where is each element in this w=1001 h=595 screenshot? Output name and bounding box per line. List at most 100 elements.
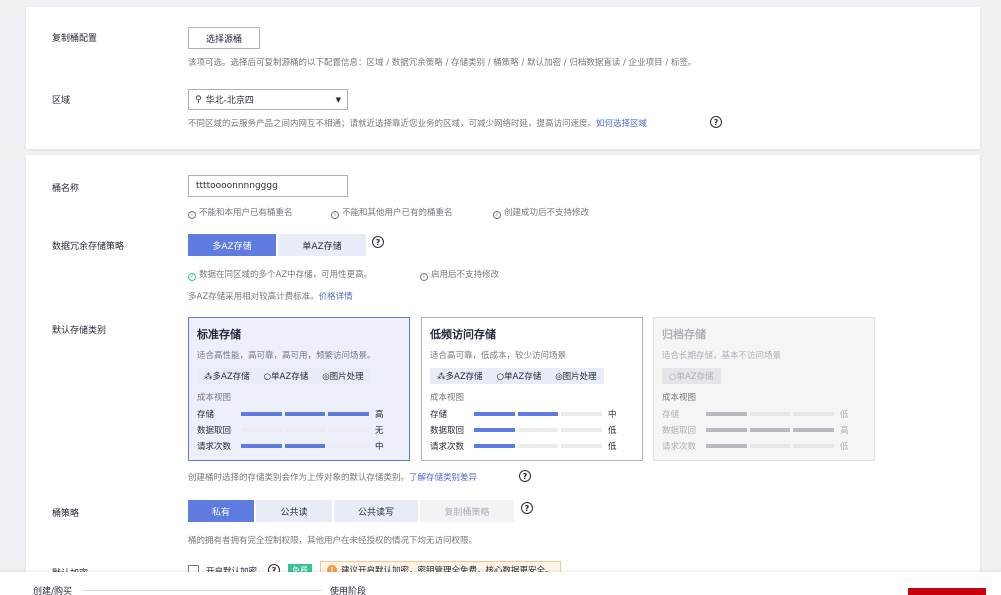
cost-row: 请求次数 低 — [430, 438, 634, 454]
replicate-region-panel: 复制桶配置 选择源桶 该项可选。选择后可复制源桶的以下配置信息：区域 / 数据冗… — [26, 7, 980, 149]
cost-view-title: 成本视图 — [662, 393, 697, 403]
card-tags: ⁂多AZ存储 ○单AZ存储 ◎图片处理 — [430, 368, 604, 384]
storage-card-standard[interactable]: 标准存储 适合高性能，高可靠，高可用，频繁访问场景。 ⁂多AZ存储 ○单AZ存储… — [188, 317, 410, 461]
bucket-config-panel: 桶名称 ttttoooonnnngggg i 不能和本用户已有桶重名 i 不能和其他… — [26, 155, 980, 595]
cost-level-segment — [284, 444, 326, 448]
info-icon: i — [493, 211, 501, 219]
info-icon: i — [331, 211, 339, 219]
redundancy-help-icon[interactable]: ? — [372, 236, 384, 248]
cost-level-segment — [793, 428, 835, 432]
region-help-icon[interactable]: ? — [710, 116, 722, 128]
cost-view-title: 成本视图 — [197, 393, 232, 403]
cost-row-name: 请求次数 — [197, 442, 232, 452]
how-to-choose-region-link[interactable]: 如何选择区域 — [596, 119, 647, 129]
policy-label: 桶策略 — [52, 509, 80, 519]
cost-level-bar — [474, 444, 603, 448]
cost-level-segment — [793, 412, 835, 416]
cost-level-segment — [517, 444, 559, 448]
card-desc: 适合长期存储，基本不访问场景 — [662, 351, 782, 361]
replicate-label: 复制桶配置 — [52, 34, 98, 44]
policy-private-option[interactable]: 私有 — [188, 500, 254, 522]
step-divider — [82, 590, 322, 591]
bucket-name-label: 桶名称 — [52, 184, 80, 194]
cost-row-value: 低 — [608, 442, 617, 452]
policy-public-read-write-option[interactable]: 公共读写 — [334, 500, 418, 522]
cost-row-name: 数据取回 — [662, 426, 697, 436]
cost-row-value: 中 — [375, 442, 384, 452]
step-usage: 使用阶段 — [330, 587, 367, 595]
card-tags: ○单AZ存储 — [662, 368, 721, 384]
storage-class-diff-link[interactable]: 了解存储类别差异 — [409, 473, 477, 483]
footer-bar: 创建/购买 使用阶段 — [0, 572, 1001, 595]
storage-card-infrequent[interactable]: 低频访问存储 适合高可靠，低成本，较少访问场景 ⁂多AZ存储 ○单AZ存储 ◎图… — [421, 317, 643, 461]
cost-level-segment — [706, 428, 747, 432]
cost-level-segment — [561, 412, 603, 416]
cost-level-segment — [793, 444, 835, 448]
cost-row: 请求次数 中 — [197, 438, 401, 454]
region-select[interactable]: ⚲ 华北-北京四 ▼ — [188, 89, 348, 110]
storage-class-help-icon[interactable]: ? — [519, 470, 531, 482]
cost-level-segment — [749, 444, 791, 448]
cost-row-name: 请求次数 — [430, 442, 465, 452]
cost-level-segment — [474, 412, 515, 416]
policy-help-icon[interactable]: ? — [521, 502, 533, 514]
redundancy-label: 数据冗余存储策略 — [52, 242, 125, 252]
price-details-link[interactable]: 价格详情 — [319, 292, 353, 302]
cost-level-segment — [241, 444, 282, 448]
region-value: 华北-北京四 — [205, 96, 254, 106]
cost-level-bar — [706, 444, 835, 448]
redundancy-price-hint: 多AZ存储采用相对较高计费标准。价格详情 — [188, 292, 353, 302]
storage-class-label: 默认存储类别 — [52, 326, 107, 336]
redundancy-segment: 多AZ存储 单AZ存储 — [188, 234, 368, 256]
cost-row-value: 高 — [375, 410, 384, 420]
region-hint-text: 不同区域的云服务产品之间内网互不相通；请就近选择靠近您业务的区域，可减少网络时延… — [188, 119, 597, 129]
policy-hint: 桶的拥有者拥有完全控制权限，其他用户在未经授权的情况下均无访问权限。 — [188, 536, 478, 546]
cost-level-segment — [517, 412, 559, 416]
bucket-name-input[interactable]: ttttoooonnnngggg — [188, 175, 348, 197]
cost-level-segment — [517, 428, 559, 432]
cost-level-segment — [328, 444, 370, 448]
cost-row: 存储 高 — [197, 406, 401, 422]
select-source-bucket-button[interactable]: 选择源桶 — [188, 27, 260, 49]
cost-row-name: 数据取回 — [430, 426, 465, 436]
bucket-name-rule-3: i 创建成功后不支持修改 — [493, 206, 589, 219]
policy-copy-option: 复制桶策略 — [420, 500, 514, 522]
cost-rows: 存储低数据取回高请求次数低 — [662, 406, 866, 454]
cost-row: 数据取回 低 — [430, 422, 634, 438]
cost-row-value: 低 — [608, 426, 617, 436]
cost-level-segment — [474, 428, 515, 432]
buy-now-button[interactable] — [908, 588, 986, 595]
cost-row-name: 数据取回 — [197, 426, 232, 436]
region-hint: 不同区域的云服务产品之间内网互不相通；请就近选择靠近您业务的区域，可减少网络时延… — [188, 117, 647, 129]
cost-level-segment — [561, 428, 603, 432]
bucket-name-rule-2: i 不能和其他用户已有的桶重名 — [331, 206, 453, 219]
cost-row: 存储 低 — [662, 406, 866, 422]
location-icon: ⚲ — [195, 94, 202, 105]
cost-rows: 存储 高数据取回 无请求次数 中 — [197, 406, 401, 454]
cost-row-value: 低 — [840, 442, 849, 452]
cost-row: 数据取回 高 — [662, 422, 866, 438]
check-circle-icon: ✓ — [188, 273, 196, 281]
cost-level-segment — [561, 444, 603, 448]
region-label: 区域 — [52, 96, 71, 106]
cost-level-segment — [749, 428, 791, 432]
cost-level-segment — [241, 412, 282, 416]
cost-level-segment — [241, 428, 282, 432]
cost-row-value: 无 — [375, 426, 384, 436]
storage-class-hint: 创建桶时选择的存储类别会作为上传对象的默认存储类别。了解存储类别差异 — [188, 473, 478, 483]
cost-level-segment — [706, 444, 747, 448]
cost-row-name: 存储 — [662, 410, 680, 420]
cost-level-bar — [241, 412, 370, 416]
card-tags: ⁂多AZ存储 ○单AZ存储 ◎图片处理 — [197, 368, 371, 384]
info-icon: i — [420, 273, 428, 281]
redundancy-hint-info: i 启用后不支持修改 — [420, 268, 499, 281]
card-title: 标准存储 — [197, 328, 241, 341]
card-title: 低频访问存储 — [430, 328, 496, 341]
cost-level-segment — [328, 428, 370, 432]
policy-public-read-option[interactable]: 公共读 — [256, 500, 332, 522]
policy-segment: 私有 公共读 公共读写 复制桶策略 — [188, 500, 516, 522]
single-az-option[interactable]: 单AZ存储 — [278, 234, 366, 256]
multi-az-option[interactable]: 多AZ存储 — [188, 234, 276, 256]
info-icon: i — [188, 211, 196, 219]
cost-level-bar — [474, 412, 603, 416]
